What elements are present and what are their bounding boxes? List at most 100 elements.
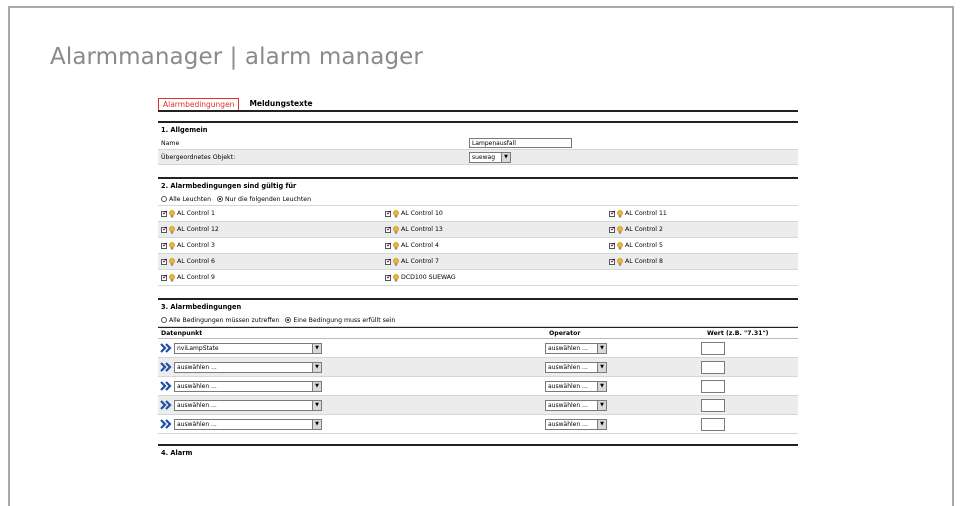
datapoint-value: auswählen ... (177, 401, 217, 409)
lamp-checkbox[interactable] (161, 209, 168, 217)
lamp-cell: AL Control 5 (609, 241, 769, 250)
section-general: 1. Allgemein Name Lampenausfall Übergeor… (158, 121, 798, 165)
value-input[interactable] (701, 379, 725, 393)
dropdown-arrow-icon[interactable]: ▼ (312, 400, 321, 410)
dropdown-arrow-icon[interactable]: ▼ (312, 362, 321, 372)
lamp-cell: AL Control 10 (385, 209, 609, 218)
double-chevron-right-icon[interactable] (160, 381, 172, 391)
section-title: 1. Allgemein (161, 126, 208, 134)
lamp-checkbox[interactable] (161, 225, 168, 233)
col-datapoint: Datenpunkt (161, 329, 203, 337)
parent-object-row: Übergeordnetes Objekt: suewag ▼ (158, 150, 798, 165)
datapoint-select[interactable]: auswählen ... ▼ (174, 361, 322, 373)
lamp-checkbox[interactable] (609, 241, 616, 249)
lamp-checkbox[interactable] (161, 241, 168, 249)
tab-divider (158, 110, 798, 112)
dropdown-arrow-icon[interactable]: ▼ (312, 381, 321, 391)
lamp-cell: AL Control 7 (385, 257, 609, 266)
operator-select[interactable]: auswählen ... ▼ (545, 399, 607, 411)
lamp-cell: DCD100 SUEWAG (385, 273, 609, 282)
value-input[interactable] (701, 398, 725, 412)
lamp-checkbox[interactable] (609, 257, 616, 265)
lightbulb-icon (617, 225, 623, 234)
lamp-checkbox[interactable] (385, 241, 392, 249)
value-input[interactable] (701, 360, 725, 374)
lamp-row: AL Control 3 AL Control 4 AL Control 5 (158, 238, 798, 254)
radio-one-condition[interactable] (285, 317, 292, 323)
condition-row: nviLampState ▼ auswählen ... ▼ (158, 339, 798, 358)
lamp-label: AL Control 6 (177, 258, 215, 265)
tab-meldungstexte[interactable]: Meldungstexte (245, 97, 316, 110)
name-row: Name Lampenausfall (158, 137, 798, 150)
parent-object-select[interactable]: suewag ▼ (469, 151, 511, 163)
name-label: Name (161, 139, 180, 147)
lamp-checkbox[interactable] (609, 209, 616, 217)
datapoint-value: auswählen ... (177, 363, 217, 371)
value-input[interactable] (701, 341, 725, 355)
operator-value: auswählen ... (548, 401, 588, 409)
operator-select[interactable]: auswählen ... ▼ (545, 361, 607, 373)
lightbulb-icon (393, 273, 399, 282)
lamp-label: AL Control 8 (625, 258, 663, 265)
lamp-label: AL Control 7 (401, 258, 439, 265)
dropdown-arrow-icon[interactable]: ▼ (597, 343, 606, 353)
double-chevron-right-icon[interactable] (160, 362, 172, 372)
lightbulb-icon (169, 225, 175, 234)
dropdown-arrow-icon[interactable]: ▼ (312, 419, 321, 429)
dropdown-arrow-icon[interactable]: ▼ (501, 152, 510, 162)
double-chevron-right-icon[interactable] (160, 400, 172, 410)
conditions-list: nviLampState ▼ auswählen ... ▼ auswählen ...… (158, 339, 798, 434)
lamp-checkbox[interactable] (161, 257, 168, 265)
dropdown-arrow-icon[interactable]: ▼ (597, 362, 606, 372)
lamp-row: AL Control 6 AL Control 7 AL Control 8 (158, 254, 798, 270)
operator-select[interactable]: auswählen ... ▼ (545, 380, 607, 392)
lamp-label: AL Control 9 (177, 274, 215, 281)
lamp-checkbox[interactable] (609, 225, 616, 233)
tab-alarmbedingungen[interactable]: Alarmbedingungen (158, 98, 240, 110)
lamp-cell: AL Control 11 (609, 209, 769, 218)
name-input[interactable]: Lampenausfall (469, 138, 572, 148)
datapoint-select[interactable]: auswählen ... ▼ (174, 380, 322, 392)
page-title: Alarmmanager | alarm manager (50, 44, 423, 70)
lamp-checkbox[interactable] (385, 273, 392, 281)
lamp-label: DCD100 SUEWAG (401, 274, 456, 281)
dropdown-arrow-icon[interactable]: ▼ (597, 400, 606, 410)
dropdown-arrow-icon[interactable]: ▼ (312, 343, 321, 353)
lamp-checkbox[interactable] (385, 225, 392, 233)
lamp-label: AL Control 11 (625, 210, 667, 217)
dropdown-arrow-icon[interactable]: ▼ (597, 381, 606, 391)
radio-selected-lamps-label: Nur die folgenden Leuchten (225, 195, 311, 203)
lamp-checkbox[interactable] (385, 257, 392, 265)
lightbulb-icon (393, 209, 399, 218)
lamp-label: AL Control 12 (177, 226, 219, 233)
section-title: 4. Alarm (161, 449, 193, 457)
value-input[interactable] (701, 417, 725, 431)
lamp-label: AL Control 4 (401, 242, 439, 249)
double-chevron-right-icon[interactable] (160, 419, 172, 429)
operator-value: auswählen ... (548, 382, 588, 390)
datapoint-select[interactable]: auswählen ... ▼ (174, 399, 322, 411)
radio-all-conditions[interactable] (161, 317, 167, 323)
section-alarm: 4. Alarm (158, 444, 798, 460)
section-conditions: 3. Alarmbedingungen Alle Bedingungen müs… (158, 298, 798, 434)
radio-one-condition-label: Eine Bedingung muss erfüllt sein (293, 316, 396, 324)
double-chevron-right-icon[interactable] (160, 343, 172, 353)
section-title: 3. Alarmbedingungen (161, 303, 242, 311)
datapoint-select[interactable]: auswählen ... ▼ (174, 418, 322, 430)
operator-select[interactable]: auswählen ... ▼ (545, 342, 607, 354)
radio-selected-lamps[interactable] (217, 196, 223, 202)
lamp-cell: AL Control 6 (161, 257, 385, 266)
dropdown-arrow-icon[interactable]: ▼ (597, 419, 606, 429)
lamp-list: AL Control 1AL Control 10AL Control 11AL… (158, 206, 798, 286)
lamp-cell: AL Control 2 (609, 225, 769, 234)
col-value: Wert (z.B. "7.31") (707, 329, 769, 337)
lamp-label: AL Control 3 (177, 242, 215, 249)
lamp-checkbox[interactable] (161, 273, 168, 281)
datapoint-select[interactable]: nviLampState ▼ (174, 342, 322, 354)
operator-select[interactable]: auswählen ... ▼ (545, 418, 607, 430)
lightbulb-icon (169, 273, 175, 282)
tab-bar: Alarmbedingungen Meldungstexte (158, 96, 798, 110)
radio-all-lamps[interactable] (161, 196, 167, 202)
lamp-label: AL Control 5 (625, 242, 663, 249)
lamp-checkbox[interactable] (385, 209, 392, 217)
